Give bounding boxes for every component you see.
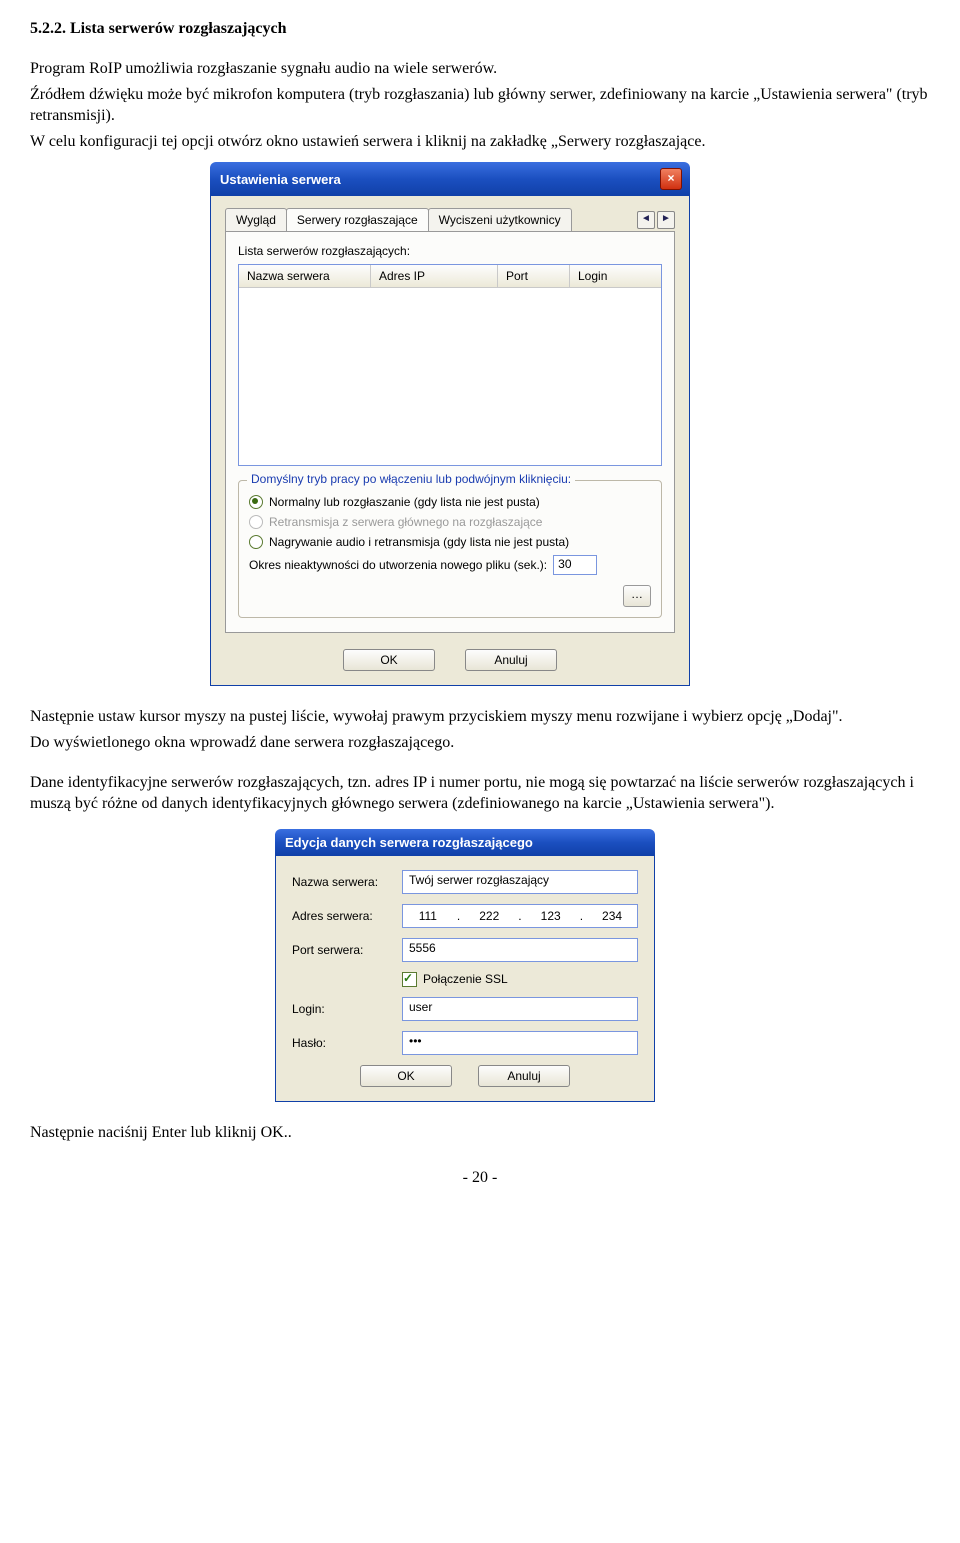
server-port-input[interactable]: 5556 — [402, 938, 638, 962]
list-label: Lista serwerów rozgłaszających: — [238, 244, 662, 258]
cancel-button[interactable]: Anuluj — [465, 649, 557, 671]
paragraph-2: Źródłem dźwięku może być mikrofon komput… — [30, 84, 930, 127]
checkbox-checked-icon[interactable] — [402, 972, 417, 987]
list-header: Nazwa serwera Adres IP Port Login — [239, 265, 661, 288]
radio-unselected-icon — [249, 515, 263, 529]
tab-strip: Wygląd Serwery rozgłaszające Wyciszeni u… — [225, 208, 675, 231]
paragraph-4: Następnie ustaw kursor myszy na pustej l… — [30, 706, 930, 728]
tab-scroll-right-icon[interactable]: ► — [657, 211, 675, 229]
ok-button[interactable]: OK — [343, 649, 435, 671]
col-login[interactable]: Login — [570, 265, 661, 287]
section-heading: 5.2.2. Lista serwerów rozgłaszających — [30, 20, 930, 38]
password-input[interactable]: ••• — [402, 1031, 638, 1055]
tab-muted-users[interactable]: Wyciszeni użytkownicy — [428, 208, 572, 231]
tab-appearance[interactable]: Wygląd — [225, 208, 287, 231]
radio-normal[interactable]: Normalny lub rozgłaszanie (gdy lista nie… — [249, 495, 651, 509]
login-label: Login: — [292, 1002, 402, 1016]
server-address-label: Adres serwera: — [292, 909, 402, 923]
server-listbox[interactable]: Nazwa serwera Adres IP Port Login — [238, 264, 662, 466]
radio-recording[interactable]: Nagrywanie audio i retransmisja (gdy lis… — [249, 535, 651, 549]
server-name-label: Nazwa serwera: — [292, 875, 402, 889]
close-icon[interactable]: × — [660, 168, 682, 190]
login-input[interactable]: user — [402, 997, 638, 1021]
dialog-title: Ustawienia serwera — [220, 172, 341, 187]
paragraph-1: Program RoIP umożliwia rozgłaszanie sygn… — [30, 58, 930, 80]
paragraph-3: W celu konfiguracji tej opcji otwórz okn… — [30, 131, 930, 153]
cancel-button[interactable]: Anuluj — [478, 1065, 570, 1087]
edit-server-dialog: Edycja danych serwera rozgłaszającego Na… — [275, 829, 655, 1102]
server-name-input[interactable]: Twój serwer rozgłaszający — [402, 870, 638, 894]
radio-recording-label: Nagrywanie audio i retransmisja (gdy lis… — [269, 535, 569, 549]
col-port[interactable]: Port — [498, 265, 570, 287]
default-mode-group: Domyślny tryb pracy po włączeniu lub pod… — [238, 480, 662, 618]
col-ip[interactable]: Adres IP — [371, 265, 498, 287]
radio-retransmission-label: Retransmisja z serwera głównego na rozgł… — [269, 515, 542, 529]
ssl-checkbox-row[interactable]: Połączenie SSL — [402, 972, 638, 987]
tab-panel: Lista serwerów rozgłaszających: Nazwa se… — [225, 231, 675, 633]
dialog-title: Edycja danych serwera rozgłaszającego — [285, 835, 533, 850]
ip-seg-2[interactable]: 222 — [475, 909, 503, 923]
radio-retransmission: Retransmisja z serwera głównego na rozgł… — [249, 515, 651, 529]
dialog-titlebar: Ustawienia serwera × — [210, 162, 690, 196]
server-port-label: Port serwera: — [292, 943, 402, 957]
dialog-titlebar: Edycja danych serwera rozgłaszającego — [275, 829, 655, 856]
ssl-label: Połączenie SSL — [423, 972, 508, 986]
ip-address-input[interactable]: 111. 222. 123. 234 — [402, 904, 638, 928]
ok-button[interactable]: OK — [360, 1065, 452, 1087]
paragraph-6: Dane identyfikacyjne serwerów rozgłaszaj… — [30, 772, 930, 815]
radio-normal-label: Normalny lub rozgłaszanie (gdy lista nie… — [269, 495, 540, 509]
radio-unselected-icon — [249, 535, 263, 549]
browse-button[interactable]: … — [623, 585, 651, 607]
paragraph-7: Następnie naciśnij Enter lub kliknij OK.… — [30, 1122, 930, 1144]
paragraph-5: Do wyświetlonego okna wprowadź dane serw… — [30, 732, 930, 754]
ip-seg-1[interactable]: 111 — [414, 909, 442, 923]
group-title: Domyślny tryb pracy po włączeniu lub pod… — [247, 472, 575, 486]
radio-selected-icon — [249, 495, 263, 509]
col-server-name[interactable]: Nazwa serwera — [239, 265, 371, 287]
inactivity-label: Okres nieaktywności do utworzenia nowego… — [249, 558, 547, 572]
password-label: Hasło: — [292, 1036, 402, 1050]
settings-dialog: Ustawienia serwera × Wygląd Serwery rozg… — [210, 162, 690, 686]
ip-seg-4[interactable]: 234 — [598, 909, 626, 923]
inactivity-input[interactable]: 30 — [553, 555, 597, 575]
tab-scroll-left-icon[interactable]: ◄ — [637, 211, 655, 229]
page-number: - 20 - — [30, 1169, 930, 1187]
ip-seg-3[interactable]: 123 — [537, 909, 565, 923]
tab-broadcast-servers[interactable]: Serwery rozgłaszające — [286, 208, 429, 231]
